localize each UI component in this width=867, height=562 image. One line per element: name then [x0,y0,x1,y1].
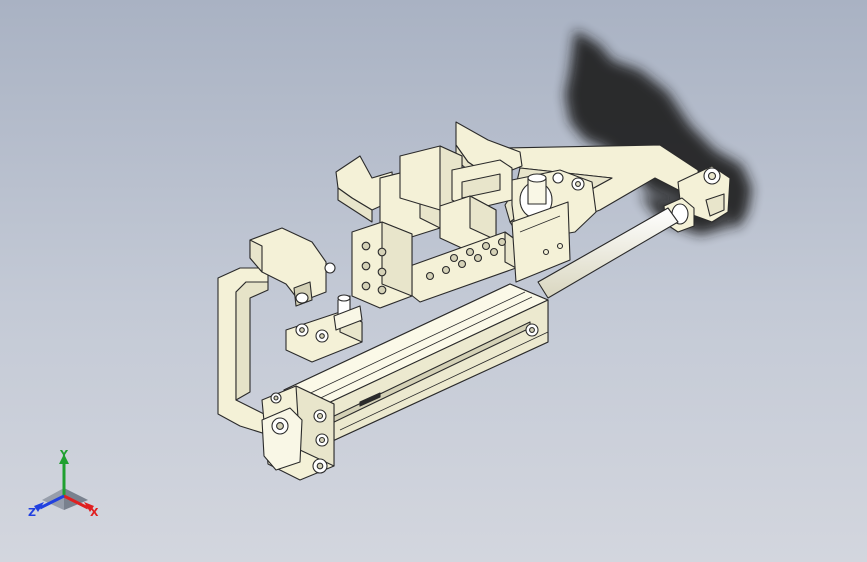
triad-z-label: Z [28,506,36,519]
fixture-assembly[interactable] [217,121,731,481]
graphics-viewport[interactable]: Y X Z [0,0,867,562]
axis-triad[interactable]: Y X Z [24,448,106,524]
rear-mount [261,407,303,471]
base-plate-edge [235,281,269,401]
triad-y-label: Y [59,448,69,461]
cad-model-view[interactable] [0,0,867,562]
triad-x-label: X [90,506,99,519]
